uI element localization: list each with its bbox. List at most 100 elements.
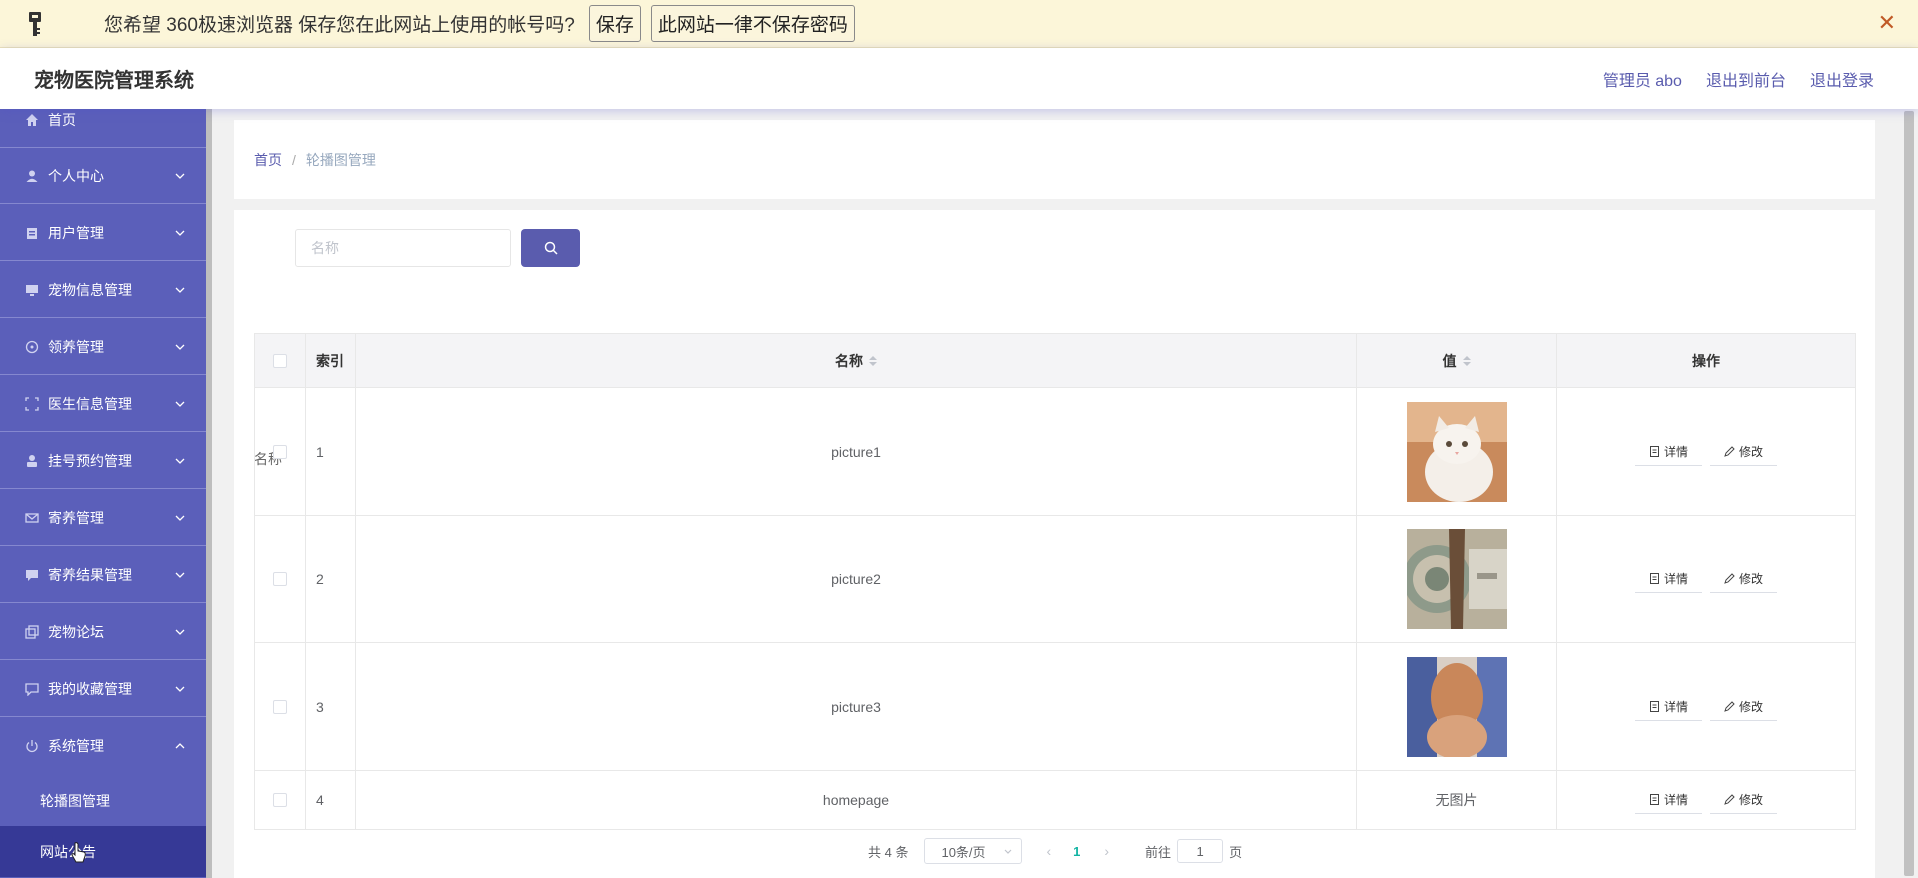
prev-page-icon[interactable]: ‹ [1046, 843, 1051, 859]
sidebar-item-favorites-management[interactable]: 我的收藏管理 [0, 661, 206, 717]
app-header: 宠物医院管理系统 管理员 abo 退出到前台 退出登录 [0, 48, 1918, 109]
sidebar-item-appointment-management[interactable]: 挂号预约管理 [0, 433, 206, 489]
header-actions: 管理员 abo 退出到前台 退出登录 [1603, 48, 1874, 109]
save-password-button[interactable]: 保存 [588, 5, 641, 42]
sidebar-item-label: 我的收藏管理 [48, 680, 132, 697]
sort-icon[interactable] [869, 355, 877, 366]
sidebar-item-label: 领养管理 [48, 338, 104, 355]
row-index: 4 [305, 771, 355, 829]
current-page[interactable]: 1 [1073, 844, 1080, 859]
row-name: picture3 [355, 643, 1356, 770]
table-row: 4 homepage 无图片 详情 修改 [254, 771, 1856, 830]
row-checkbox[interactable] [273, 699, 287, 714]
edit-button[interactable]: 修改 [1710, 437, 1778, 466]
detail-label: 详情 [1663, 793, 1688, 807]
exit-to-front-link[interactable]: 退出到前台 [1706, 67, 1786, 91]
detail-button[interactable]: 详情 [1634, 786, 1702, 814]
edit-icon [1724, 573, 1735, 584]
search-input[interactable] [295, 229, 511, 267]
edit-icon [1724, 794, 1735, 805]
frame-icon [24, 396, 40, 412]
row-name: picture1 [355, 388, 1356, 515]
row-value: 无图片 [1356, 771, 1556, 829]
browser-password-bar: 您希望 360极速浏览器 保存您在此网站上使用的帐号吗? 保存 此网站一律不保存… [0, 0, 1918, 48]
table-row: 3 picture3 详情 修改 [254, 643, 1856, 771]
edit-button[interactable]: 修改 [1710, 786, 1778, 814]
breadcrumb-home[interactable]: 首页 [254, 150, 282, 170]
chevron-down-icon [175, 287, 185, 293]
sidebar-item-user-management[interactable]: 用户管理 [0, 205, 206, 261]
edit-icon [1724, 700, 1735, 712]
chevron-down-icon [175, 230, 185, 236]
chevron-down-icon [175, 173, 185, 179]
row-operations: 详情 修改 [1556, 643, 1856, 770]
sidebar-scrollbar[interactable] [206, 109, 212, 878]
header-value[interactable]: 值 [1356, 334, 1556, 387]
header-name-label: 名称 [835, 352, 863, 369]
detail-button[interactable]: 详情 [1634, 437, 1702, 466]
page-unit: 页 [1229, 844, 1243, 860]
sidebar-item-system-management[interactable]: 系统管理 [0, 718, 206, 774]
sidebar-subitem-carousel[interactable]: 轮播图管理 [0, 775, 206, 826]
breadcrumb-current: 轮播图管理 [305, 151, 376, 168]
pet-photo-image [1406, 529, 1507, 629]
breadcrumb-separator: / [292, 151, 296, 168]
edit-icon [1724, 445, 1735, 457]
sort-icon[interactable] [1462, 355, 1471, 366]
page-scrollbar[interactable] [1900, 109, 1918, 878]
sidebar-item-label: 宠物论坛 [48, 623, 104, 640]
sidebar-item-label: 首页 [48, 111, 76, 128]
search-button[interactable] [521, 229, 580, 267]
sidebar-item-pet-forum[interactable]: 宠物论坛 [0, 604, 206, 660]
key-icon [0, 0, 70, 48]
row-name: picture2 [355, 516, 1356, 642]
message-icon [24, 681, 40, 697]
password-prompt-text: 您希望 360极速浏览器 保存您在此网站上使用的帐号吗? [104, 15, 575, 36]
detail-button[interactable]: 详情 [1634, 565, 1702, 593]
sidebar-item-label: 医生信息管理 [48, 395, 132, 412]
pagination-total: 共 4 条 [868, 844, 909, 860]
edit-button[interactable]: 修改 [1710, 565, 1778, 593]
next-page-icon[interactable]: › [1104, 843, 1109, 859]
sidebar-subitem-label: 轮播图管理 [40, 792, 110, 809]
row-operations: 详情 修改 [1556, 388, 1856, 515]
sidebar-item-home[interactable]: 首页 [0, 109, 206, 148]
header-value-label: 值 [1442, 352, 1457, 369]
row-select-cell [254, 771, 305, 829]
user-icon [24, 168, 40, 184]
copy-icon [24, 624, 40, 640]
sidebar-item-foster-management[interactable]: 寄养管理 [0, 490, 206, 546]
sidebar-item-label: 寄养管理 [48, 509, 104, 526]
pet-paw-image [1406, 656, 1507, 757]
header-name[interactable]: 名称 [355, 334, 1356, 387]
pagination: 共 4 条 10条/页 ‹ 1 › 前往 页 [868, 838, 1242, 864]
row-checkbox[interactable] [273, 444, 287, 459]
sidebar-item-personal-center[interactable]: 个人中心 [0, 148, 206, 204]
row-name: homepage [355, 771, 1356, 829]
target-icon [24, 339, 40, 355]
sidebar-item-foster-result-management[interactable]: 寄养结果管理 [0, 547, 206, 603]
white-kitten-image [1406, 401, 1507, 502]
row-checkbox[interactable] [273, 572, 287, 586]
search-icon [544, 241, 558, 255]
sidebar-item-doctor-info-management[interactable]: 医生信息管理 [0, 376, 206, 432]
sidebar-item-pet-info-management[interactable]: 宠物信息管理 [0, 262, 206, 318]
power-icon [24, 738, 40, 754]
chevron-down-icon [175, 572, 185, 578]
edit-label: 修改 [1739, 793, 1764, 807]
detail-button[interactable]: 详情 [1634, 692, 1702, 721]
sidebar-item-adoption-management[interactable]: 领养管理 [0, 319, 206, 375]
edit-label: 修改 [1739, 444, 1764, 459]
sidebar-subitem-announcement[interactable]: 网站公告 [0, 826, 206, 877]
goto-page-input[interactable] [1177, 839, 1224, 863]
edit-button[interactable]: 修改 [1710, 692, 1778, 721]
select-all-checkbox[interactable] [273, 353, 287, 368]
page-size-value: 10条/页 [941, 844, 986, 860]
page-size-select[interactable]: 10条/页 [924, 838, 1023, 864]
row-checkbox[interactable] [273, 793, 287, 807]
row-operations: 详情 修改 [1556, 516, 1856, 642]
never-save-password-button[interactable]: 此网站一律不保存密码 [650, 5, 855, 42]
logout-link[interactable]: 退出登录 [1810, 67, 1874, 91]
close-icon[interactable]: ✕ [1878, 12, 1896, 34]
row-value [1356, 516, 1556, 642]
